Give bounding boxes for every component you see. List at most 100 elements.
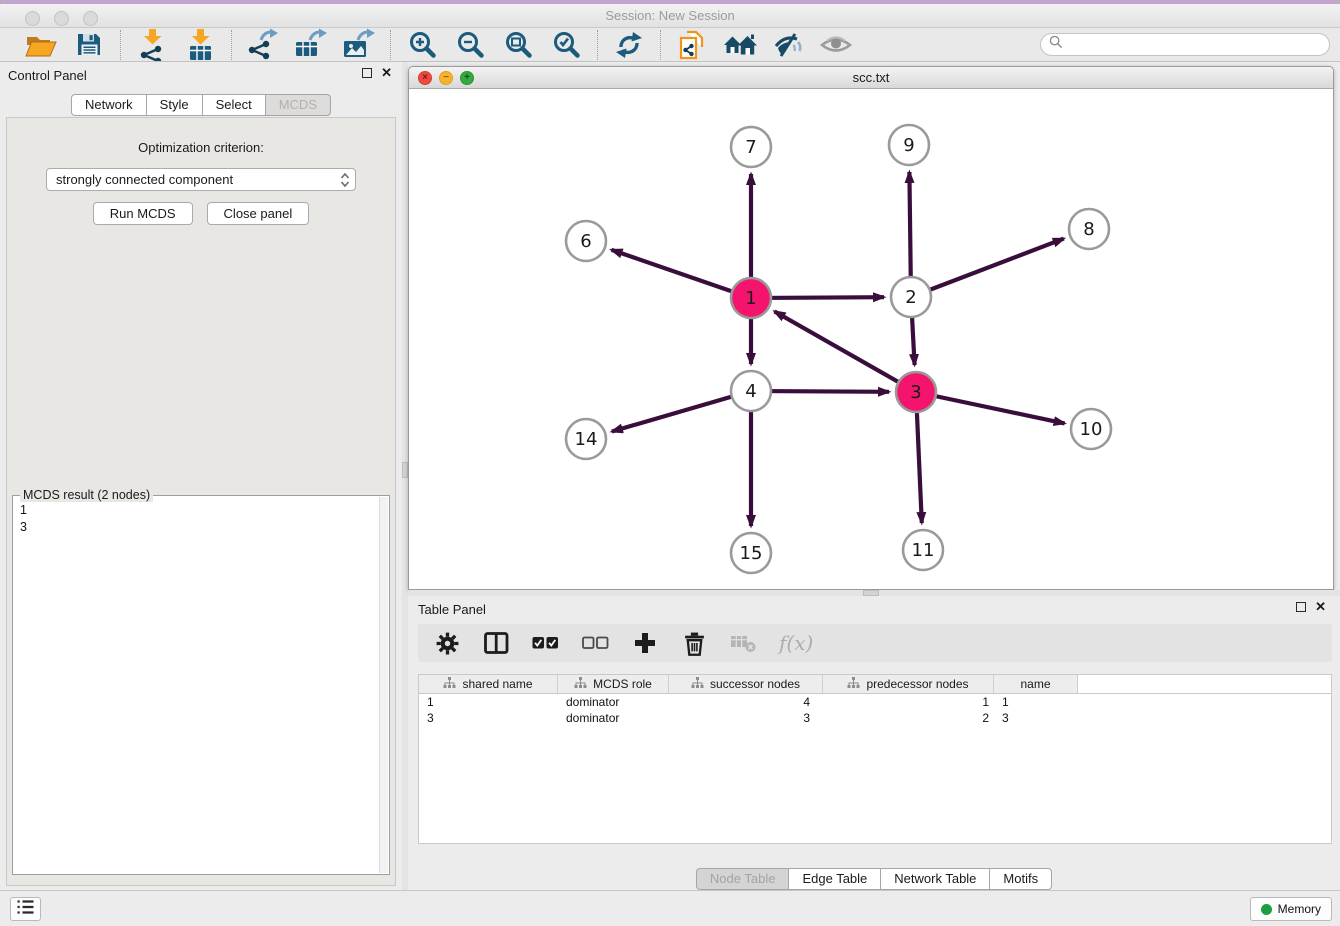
network-window-titlebar[interactable]: ×−+ scc.txt [409,67,1333,89]
graph-node-7[interactable]: 7 [731,127,771,167]
minimize-window-icon[interactable] [54,11,69,26]
export-image-icon[interactable] [342,29,376,61]
column-type-icon [847,677,860,692]
table-cell[interactable]: 1 [419,694,558,710]
graph-edge-1-6[interactable] [612,250,752,298]
export-network-icon[interactable] [246,29,280,61]
home-layout-icon[interactable] [723,29,757,61]
column-header-shared-name[interactable]: shared name [419,675,558,693]
run-mcds-button[interactable]: Run MCDS [93,202,193,225]
float-panel-icon[interactable] [362,68,372,78]
network-canvas[interactable]: 7 9 6 8 1 2 4 3 14 10 15 11 [409,89,1333,589]
tab-edge-table[interactable]: Edge Table [788,868,880,890]
table-cell[interactable]: 1 [994,694,1078,710]
zoom-fit-icon[interactable] [501,29,535,61]
tab-mcds[interactable]: MCDS [265,94,331,116]
select-all-rows-icon[interactable] [532,628,559,658]
zoom-in-icon[interactable] [405,29,439,61]
refresh-view-icon[interactable] [612,29,646,61]
mcds-result-list[interactable]: 13 [13,496,389,542]
column-view-icon[interactable] [483,628,509,658]
table-row[interactable]: 1dominator411 [419,694,1331,710]
table-cell[interactable]: dominator [558,710,669,726]
table-cell[interactable]: 3 [419,710,558,726]
graph-node-6[interactable]: 6 [566,221,606,261]
close-window-icon[interactable]: × [418,71,432,85]
tab-select[interactable]: Select [202,94,265,116]
table-cell[interactable]: 2 [823,710,994,726]
graph-node-label: 3 [910,382,921,403]
zoom-selected-icon[interactable] [549,29,583,61]
export-table-icon[interactable] [294,29,328,61]
graph-node-9[interactable]: 9 [889,125,929,165]
close-window-icon[interactable] [25,11,40,26]
delete-row-icon[interactable] [681,628,707,658]
graph-node-label: 14 [575,429,598,450]
show-graphics-eye-icon[interactable] [819,29,853,61]
graph-node-11[interactable]: 11 [903,530,943,570]
column-header-MCDS-role[interactable]: MCDS role [558,675,669,693]
table-cell[interactable]: 1 [823,694,994,710]
table-cell[interactable]: dominator [558,694,669,710]
result-scrollbar[interactable] [379,497,388,873]
graph-node-8[interactable]: 8 [1069,209,1109,249]
clone-network-icon[interactable] [675,29,709,61]
graph-node-15[interactable]: 15 [731,533,771,573]
graph-node-4[interactable]: 4 [731,371,771,411]
graph-node-label: 10 [1080,419,1103,440]
graph-node-label: 8 [1083,219,1094,240]
hide-graphics-eye-icon[interactable] [771,29,805,61]
minimize-window-icon[interactable]: − [439,71,453,85]
import-network-icon[interactable] [135,29,169,61]
tab-node-table[interactable]: Node Table [696,868,789,890]
column-header-predecessor-nodes[interactable]: predecessor nodes [823,675,994,693]
open-session-icon[interactable] [24,29,58,61]
zoom-window-icon[interactable] [83,11,98,26]
float-panel-icon[interactable] [1296,602,1306,612]
tab-network-table[interactable]: Network Table [880,868,989,890]
zoom-window-icon[interactable]: + [460,71,474,85]
table-row[interactable]: 3dominator323 [419,710,1331,726]
tab-motifs[interactable]: Motifs [989,868,1052,890]
graph-node-10[interactable]: 10 [1071,409,1111,449]
status-bar: Memory [0,890,1340,926]
zoom-out-icon[interactable] [453,29,487,61]
table-cell[interactable]: 4 [669,694,823,710]
close-panel-icon[interactable]: ✕ [381,68,392,78]
memory-button-label: Memory [1278,902,1321,916]
add-row-icon[interactable] [632,628,658,658]
graph-edge-4-14[interactable] [612,391,751,432]
function-builder-icon: f(x) [779,628,813,658]
memory-status-dot [1261,904,1272,915]
search-input[interactable] [1068,38,1321,52]
table-settings-icon[interactable] [434,628,460,658]
main-toolbar [0,28,1340,62]
criterion-dropdown[interactable]: strongly connected component [46,168,356,191]
graph-node-14[interactable]: 14 [566,419,606,459]
panel-menu-button[interactable] [10,897,41,921]
graph-node-2[interactable]: 2 [891,277,931,317]
criterion-dropdown-value: strongly connected component [56,172,233,187]
tab-network[interactable]: Network [71,94,146,116]
close-panel-button[interactable]: Close panel [207,202,310,225]
tab-style[interactable]: Style [146,94,202,116]
import-table-icon[interactable] [183,29,217,61]
graph-edge-3-10[interactable] [916,392,1065,423]
graph-edge-2-8[interactable] [911,239,1064,297]
memory-button[interactable]: Memory [1250,897,1332,921]
graph-node-label: 2 [905,287,916,308]
graph-edge-3-1[interactable] [775,311,917,392]
column-header-successor-nodes[interactable]: successor nodes [669,675,823,693]
titlebar[interactable]: Session: New Session [0,4,1340,28]
search-box[interactable] [1040,33,1330,56]
graph-node-1[interactable]: 1 [731,278,771,318]
save-session-icon[interactable] [72,29,106,61]
table-cell[interactable]: 3 [669,710,823,726]
table-cell[interactable]: 3 [994,710,1078,726]
deselect-all-rows-icon[interactable] [582,628,609,658]
close-panel-icon[interactable]: ✕ [1315,602,1326,612]
column-type-icon [443,677,456,692]
column-header-name[interactable]: name [994,675,1078,693]
graph-node-label: 15 [740,543,763,564]
graph-node-3[interactable]: 3 [896,372,936,412]
